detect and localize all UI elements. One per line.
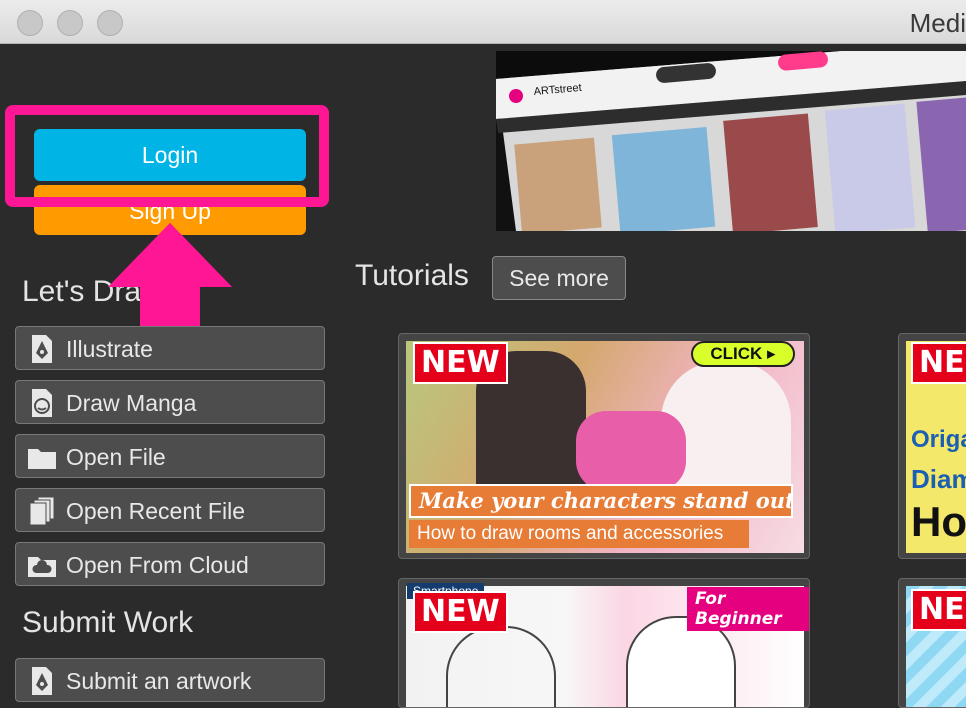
- character-pink-outfit: [576, 411, 686, 491]
- submit-work-heading: Submit Work: [22, 606, 194, 639]
- tutorial-card-origami[interactable]: NE Origa Diam Ho: [898, 333, 966, 559]
- tutorial-subline: How to draw rooms and accessories: [409, 520, 749, 548]
- card2-text-2: Diam: [911, 464, 966, 494]
- artstreet-banner[interactable]: ARTstreet: [496, 51, 966, 231]
- new-badge: NE: [911, 589, 966, 631]
- card2-text-3: Ho: [911, 498, 966, 545]
- window-title: Medi: [909, 8, 966, 38]
- new-badge: NEW: [413, 591, 508, 633]
- window-titlebar: Medi: [0, 0, 966, 44]
- draw-manga-label: Draw Manga: [66, 390, 197, 416]
- sketch-character-left: [446, 626, 556, 707]
- open-file-button[interactable]: Open File: [15, 434, 325, 478]
- open-recent-file-button[interactable]: Open Recent File: [15, 488, 325, 532]
- artstreet-banner-image: ARTstreet: [496, 51, 966, 231]
- for-beginner-badge: For Beginner: [687, 587, 809, 631]
- folder-icon: [28, 449, 56, 469]
- close-window-button[interactable]: [17, 10, 43, 36]
- tutorial-card-beginner[interactable]: Smartphone NEW For Beginner: [398, 578, 810, 708]
- lets-draw-heading: Let's Draw: [22, 275, 163, 308]
- tutorial-card-characters[interactable]: NEW CLICK ▸ Make your characters stand o…: [398, 333, 810, 559]
- open-from-cloud-button[interactable]: Open From Cloud: [15, 542, 325, 586]
- zoom-window-button[interactable]: [97, 10, 123, 36]
- draw-manga-button[interactable]: Draw Manga: [15, 380, 325, 424]
- cloud-folder-icon: [28, 557, 56, 577]
- login-highlight-box: [5, 105, 329, 207]
- stacked-documents-icon: [29, 496, 55, 526]
- submit-artwork-button[interactable]: Submit an artwork: [15, 658, 325, 702]
- pen-nib-document-icon: [32, 335, 52, 363]
- card2-text-1: Origa: [911, 426, 966, 453]
- see-more-button[interactable]: See more: [492, 256, 626, 300]
- tutorials-heading: Tutorials: [355, 259, 469, 292]
- start-panel: Sign Up Login Let's Draw Illustrate Draw…: [0, 45, 966, 708]
- minimize-window-button[interactable]: [57, 10, 83, 36]
- illustrate-label: Illustrate: [66, 336, 153, 362]
- tutorial-card-4[interactable]: NE: [898, 578, 966, 708]
- new-badge: NEW: [413, 342, 508, 384]
- new-badge: NE: [911, 342, 966, 384]
- open-from-cloud-label: Open From Cloud: [66, 552, 249, 578]
- open-recent-file-label: Open Recent File: [66, 498, 245, 524]
- submit-artwork-label: Submit an artwork: [66, 668, 252, 694]
- open-file-label: Open File: [66, 444, 166, 470]
- click-badge: CLICK ▸: [691, 341, 795, 367]
- manga-face-document-icon: [32, 389, 52, 417]
- illustrate-button[interactable]: Illustrate: [15, 326, 325, 370]
- pen-nib-document-icon: [32, 667, 52, 695]
- tutorial-headline: Make your characters stand out!: [409, 484, 793, 518]
